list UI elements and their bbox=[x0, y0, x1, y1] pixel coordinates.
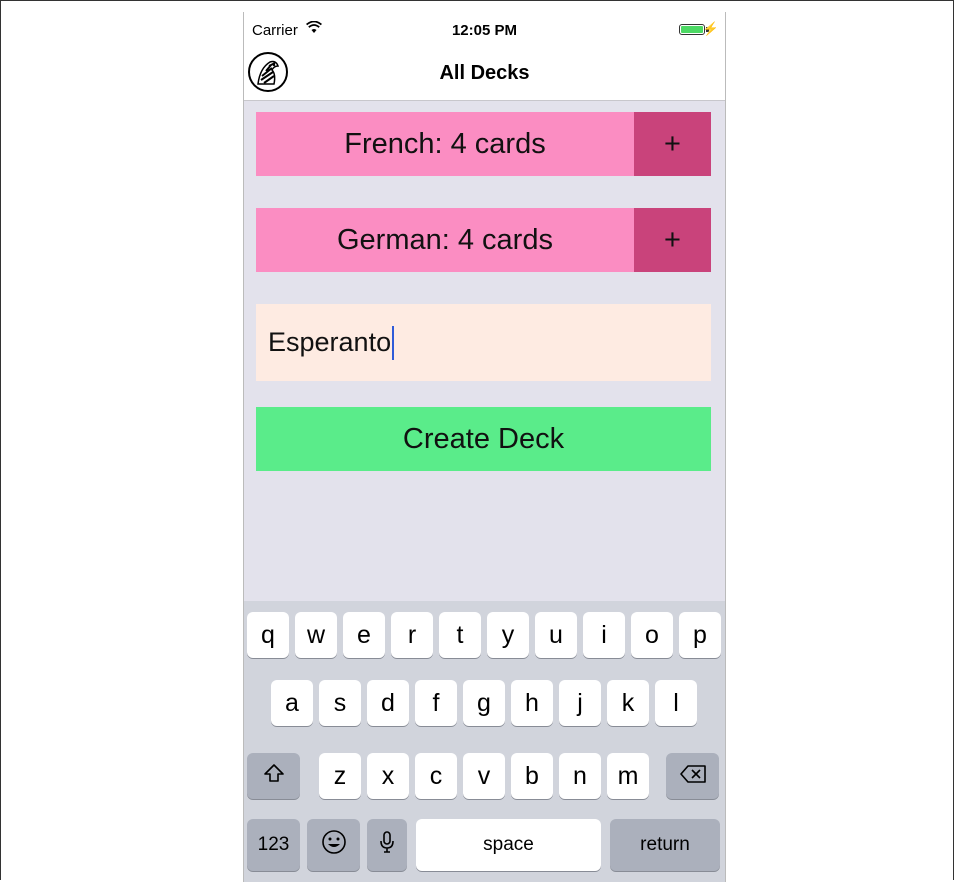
key-j[interactable]: j bbox=[559, 680, 601, 726]
key-a[interactable]: a bbox=[271, 680, 313, 726]
deck-button-german[interactable]: German: 4 cards bbox=[256, 208, 634, 272]
key-g[interactable]: g bbox=[463, 680, 505, 726]
key-x[interactable]: x bbox=[367, 753, 409, 799]
microphone-key[interactable] bbox=[367, 819, 407, 871]
keyboard: q w e r t y u i o p a s d f g h j k l z … bbox=[244, 601, 725, 882]
new-deck-input[interactable]: Esperanto bbox=[256, 304, 711, 381]
phone-screen: Carrier 12:05 PM ⚡ All Decks French: 4 c… bbox=[243, 12, 726, 882]
charging-icon: ⚡ bbox=[702, 21, 719, 36]
new-deck-input-value: Esperanto bbox=[268, 327, 392, 357]
microphone-icon bbox=[379, 830, 395, 861]
battery-icon bbox=[679, 24, 705, 35]
add-card-button-german[interactable]: + bbox=[634, 208, 711, 272]
key-e[interactable]: e bbox=[343, 612, 385, 658]
status-time: 12:05 PM bbox=[451, 22, 518, 39]
return-key[interactable]: return bbox=[610, 819, 720, 871]
key-d[interactable]: d bbox=[367, 680, 409, 726]
key-m[interactable]: m bbox=[607, 753, 649, 799]
key-p[interactable]: p bbox=[679, 612, 721, 658]
key-t[interactable]: t bbox=[439, 612, 481, 658]
key-i[interactable]: i bbox=[583, 612, 625, 658]
key-v[interactable]: v bbox=[463, 753, 505, 799]
key-w[interactable]: w bbox=[295, 612, 337, 658]
status-bar: Carrier 12:05 PM ⚡ bbox=[244, 12, 725, 48]
create-deck-button[interactable]: Create Deck bbox=[256, 407, 711, 471]
numbers-key[interactable]: 123 bbox=[247, 819, 300, 871]
key-o[interactable]: o bbox=[631, 612, 673, 658]
key-u[interactable]: u bbox=[535, 612, 577, 658]
key-n[interactable]: n bbox=[559, 753, 601, 799]
deck-button-french[interactable]: French: 4 cards bbox=[256, 112, 634, 176]
key-s[interactable]: s bbox=[319, 680, 361, 726]
key-y[interactable]: y bbox=[487, 612, 529, 658]
space-key[interactable]: space bbox=[416, 819, 601, 871]
key-z[interactable]: z bbox=[319, 753, 361, 799]
shift-key[interactable] bbox=[247, 753, 300, 799]
navigation-bar: All Decks bbox=[244, 48, 725, 101]
add-card-button-french[interactable]: + bbox=[634, 112, 711, 176]
key-r[interactable]: r bbox=[391, 612, 433, 658]
key-k[interactable]: k bbox=[607, 680, 649, 726]
emoji-key[interactable] bbox=[307, 819, 360, 871]
backspace-icon bbox=[679, 762, 707, 791]
emoji-icon bbox=[321, 829, 347, 862]
page-title: All Decks bbox=[439, 62, 530, 84]
text-cursor bbox=[392, 325, 395, 360]
key-b[interactable]: b bbox=[511, 753, 553, 799]
key-q[interactable]: q bbox=[247, 612, 289, 658]
key-c[interactable]: c bbox=[415, 753, 457, 799]
key-h[interactable]: h bbox=[511, 680, 553, 726]
key-f[interactable]: f bbox=[415, 680, 457, 726]
deck-row-german: German: 4 cards + bbox=[256, 208, 711, 272]
shift-icon bbox=[263, 762, 285, 791]
deck-row-french: French: 4 cards + bbox=[256, 112, 711, 176]
delete-key[interactable] bbox=[666, 753, 719, 799]
key-l[interactable]: l bbox=[655, 680, 697, 726]
